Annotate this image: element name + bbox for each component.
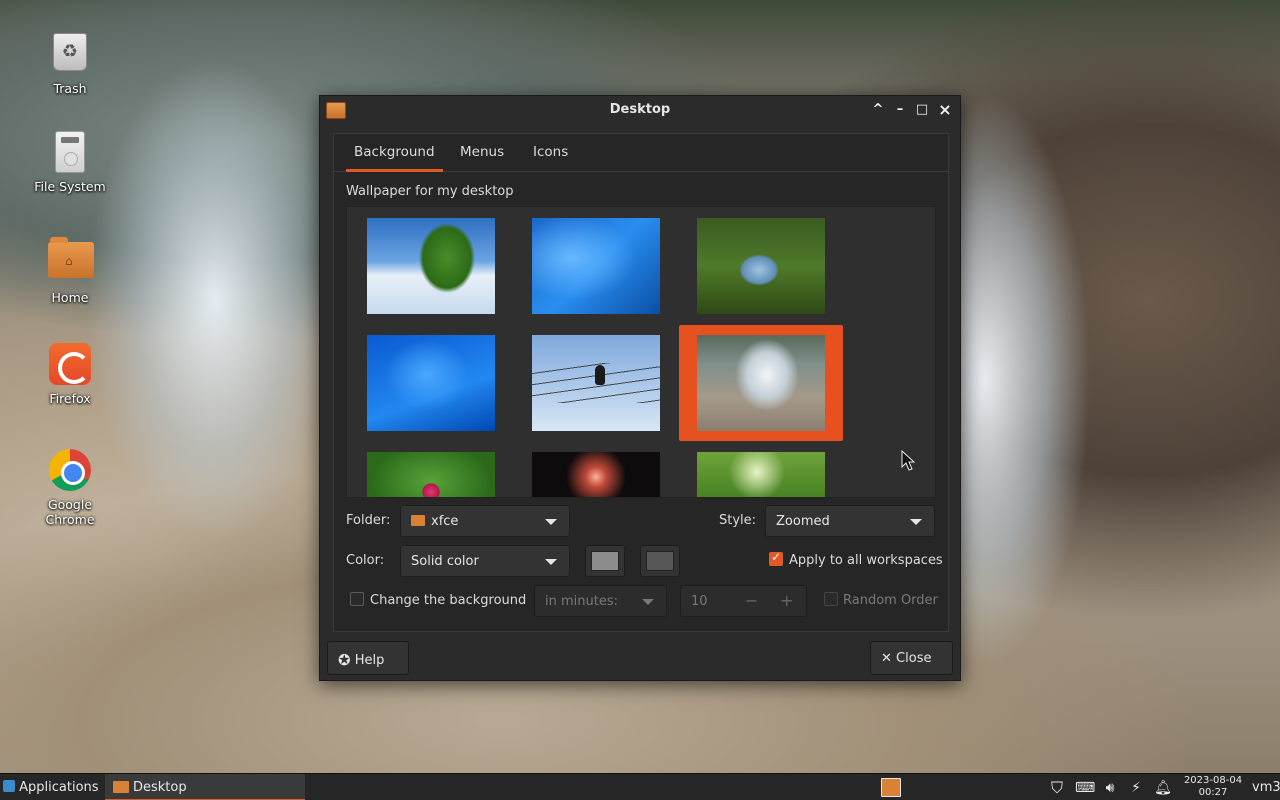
tab-background[interactable]: Background [346, 144, 443, 172]
close-button[interactable]: ✕ Close [870, 641, 953, 675]
chrome-icon [48, 449, 92, 493]
settings-notebook: Background Menus Icons Wallpaper for my … [333, 133, 949, 632]
primary-color-swatch [591, 551, 619, 571]
random-order-checkbox[interactable] [824, 592, 838, 606]
wallpaper-thumb[interactable] [697, 218, 825, 314]
style-select[interactable]: Zoomed [765, 505, 935, 537]
desktop-icon-chrome[interactable]: Google Chrome [30, 448, 110, 527]
chevron-down-icon [545, 519, 557, 525]
chevron-down-icon [642, 599, 654, 605]
style-value: Zoomed [776, 514, 830, 529]
taskbar-task-label: Desktop [133, 780, 187, 795]
interval-unit-select[interactable]: in minutes: [534, 585, 667, 617]
home-folder-icon: ⌂ [48, 237, 94, 286]
plus-icon[interactable]: + [780, 591, 793, 610]
desktop-icon-trash[interactable]: ♻ Trash [30, 30, 110, 96]
help-button[interactable]: ✪ Help [327, 641, 409, 675]
desktop-icon-firefox[interactable]: Firefox [30, 342, 110, 406]
volume-icon[interactable]: 🔊︎ [1101, 779, 1119, 797]
folder-icon [411, 515, 425, 526]
taskbar-task-desktop[interactable]: Desktop [105, 774, 305, 800]
apply-all-checkbox[interactable] [769, 550, 783, 566]
desktop-icon-label: Google Chrome [45, 497, 95, 527]
window-title: Desktop [609, 102, 671, 117]
maximize-button[interactable]: □ [912, 100, 932, 120]
wallpaper-thumb[interactable] [367, 452, 495, 497]
wallpaper-section-label: Wallpaper for my desktop [346, 184, 514, 199]
style-label: Style: [719, 513, 757, 528]
color-mode-value: Solid color [411, 554, 479, 569]
help-lifebuoy-icon: ✪ [338, 651, 351, 669]
change-background-label: Change the background [370, 593, 527, 608]
applications-menu-button[interactable]: Applications [3, 774, 103, 800]
desktop-icon-label: File System [34, 179, 106, 194]
interval-unit-value: in minutes: [545, 594, 618, 609]
wallpaper-thumb[interactable] [697, 452, 825, 497]
xfce-logo-icon [3, 780, 15, 792]
wallpaper-thumb[interactable] [532, 218, 660, 314]
desktop-icon-filesystem[interactable]: File System [30, 130, 110, 194]
keyboard-icon[interactable]: ⌨ [1075, 779, 1095, 797]
change-background-checkbox[interactable] [350, 592, 364, 606]
close-window-button[interactable]: × [935, 100, 955, 120]
clock-time: 00:27 [1198, 787, 1228, 798]
desktop-settings-tray-icon[interactable] [881, 778, 901, 797]
shield-icon[interactable]: ⛉ [1048, 779, 1066, 797]
mouse-cursor-icon [901, 450, 915, 471]
wallpaper-thumb-selected[interactable] [697, 335, 825, 431]
window-titlebar[interactable]: Desktop ^ – □ × [320, 96, 960, 124]
folder-label: Folder: [346, 513, 391, 528]
wallpaper-thumb[interactable] [532, 335, 660, 431]
color-mode-select[interactable]: Solid color [400, 545, 570, 577]
wallpaper-grid[interactable] [346, 206, 936, 498]
chevron-down-icon [545, 559, 557, 565]
primary-color-button[interactable] [585, 545, 625, 577]
random-order-label: Random Order [843, 593, 938, 608]
shade-button[interactable]: ^ [868, 100, 888, 120]
tab-menus[interactable]: Menus [460, 144, 504, 160]
tab-bar: Background Menus Icons [334, 134, 948, 172]
power-icon[interactable]: ⚡ [1127, 779, 1145, 797]
apply-all-label: Apply to all workspaces [789, 553, 943, 568]
color-label: Color: [346, 553, 385, 568]
desktop-icon-label: Firefox [49, 391, 91, 406]
notification-bell-icon[interactable]: 🔔︎ [1154, 779, 1172, 797]
taskbar: Applications Desktop ⛉ ⌨ 🔊︎ ⚡ 🔔︎ 2023-08… [0, 773, 1280, 800]
folder-select[interactable]: xfce [400, 505, 570, 537]
interval-amount-value: 10 [691, 594, 708, 609]
trash-icon: ♻ [48, 33, 92, 77]
desktop-settings-window: Desktop ^ – □ × Background Menus Icons W… [319, 95, 961, 681]
secondary-color-swatch [646, 551, 674, 571]
wallpaper-thumb[interactable] [367, 218, 495, 314]
interval-amount-spin[interactable]: 10 − + [680, 585, 807, 617]
user-label[interactable]: vm3 [1252, 774, 1280, 800]
folder-value: xfce [431, 514, 459, 529]
clock-date: 2023-08-04 [1183, 775, 1243, 786]
help-button-label: Help [354, 653, 385, 668]
desktop-icon-label: Home [51, 290, 89, 305]
close-icon: ✕ [881, 651, 892, 666]
secondary-color-button[interactable] [640, 545, 680, 577]
tab-icons[interactable]: Icons [533, 144, 568, 160]
wallpaper-thumb[interactable] [367, 335, 495, 431]
minimize-button[interactable]: – [890, 100, 910, 120]
drive-icon [48, 131, 92, 175]
minus-icon[interactable]: − [745, 591, 758, 610]
desktop-icon-label: Trash [53, 81, 87, 96]
close-button-label: Close [896, 651, 932, 666]
wallpaper-thumb[interactable] [532, 452, 660, 497]
clock[interactable]: 2023-08-04 00:27 [1182, 775, 1244, 799]
desktop-icon-home[interactable]: ⌂ Home [30, 236, 110, 305]
applications-menu-label: Applications [19, 780, 99, 795]
chevron-down-icon [910, 519, 922, 525]
firefox-icon [48, 343, 92, 387]
